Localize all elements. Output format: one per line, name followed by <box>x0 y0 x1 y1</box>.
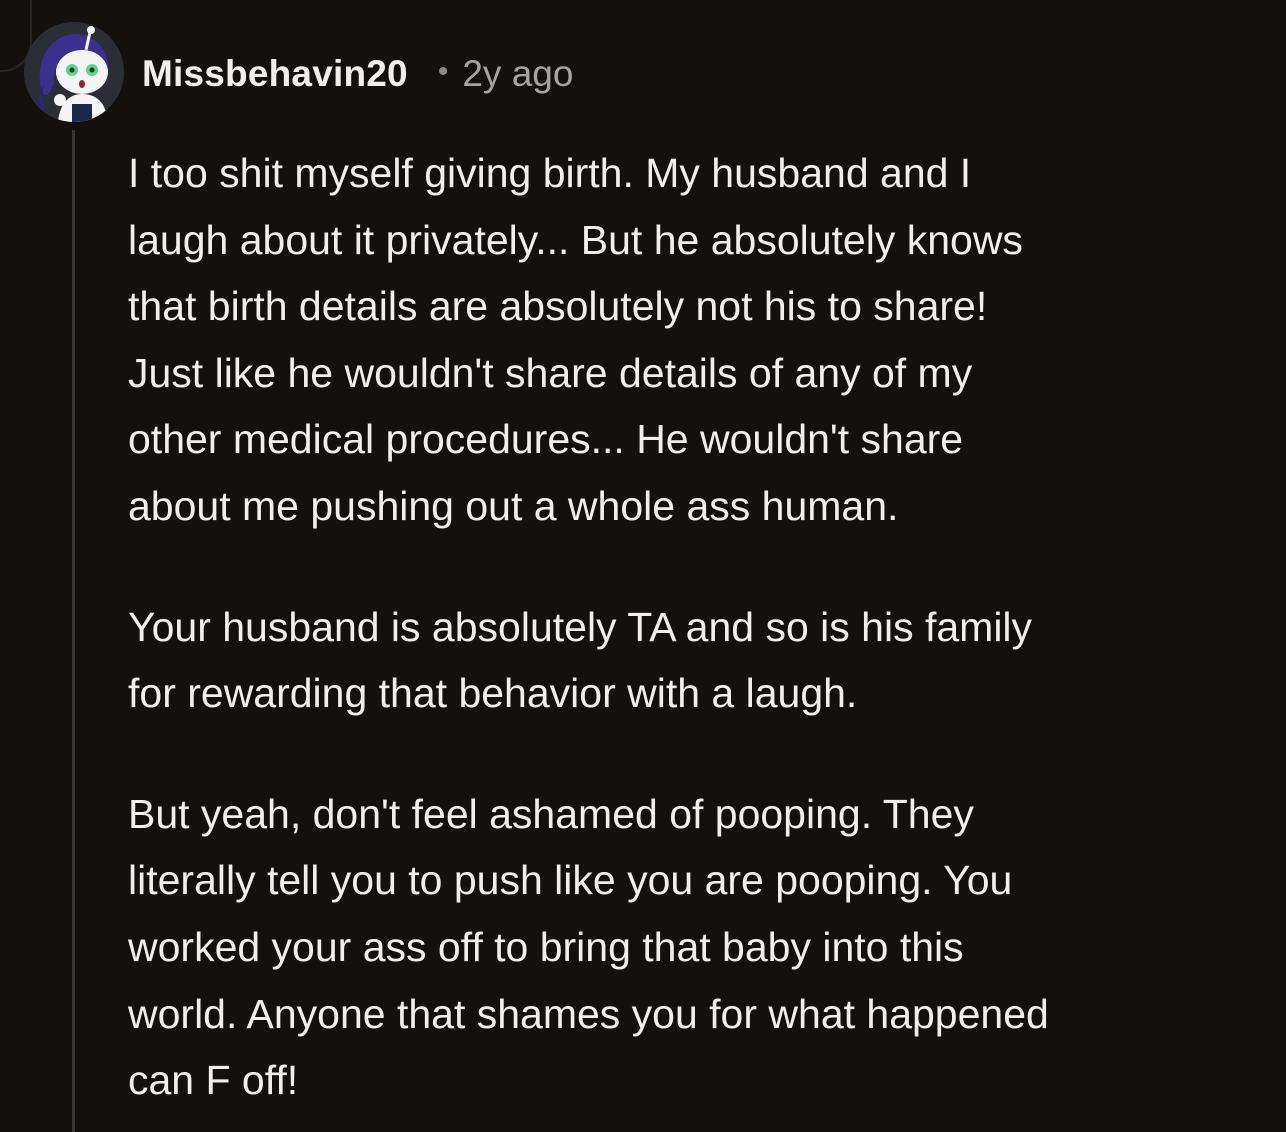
comment-paragraph-3: But yeah, don't feel ashamed of pooping.… <box>128 790 1049 1104</box>
separator-dot: • <box>437 55 449 88</box>
snoo-avatar-icon <box>24 22 124 122</box>
comment-paragraph-2: Your husband is absolutely TA and so is … <box>128 603 1033 717</box>
comment-timestamp[interactable]: 2y ago <box>462 53 573 95</box>
thread-line[interactable] <box>72 130 75 1132</box>
comment-paragraph-1: I too shit myself giving birth. My husba… <box>128 150 1023 529</box>
avatar[interactable] <box>24 22 124 122</box>
comment-author[interactable]: Missbehavin20 <box>142 53 408 95</box>
comment-body: I too shit myself giving birth. My husba… <box>128 140 1258 1114</box>
comment-header: Missbehavin20 • 2y ago <box>142 50 573 98</box>
